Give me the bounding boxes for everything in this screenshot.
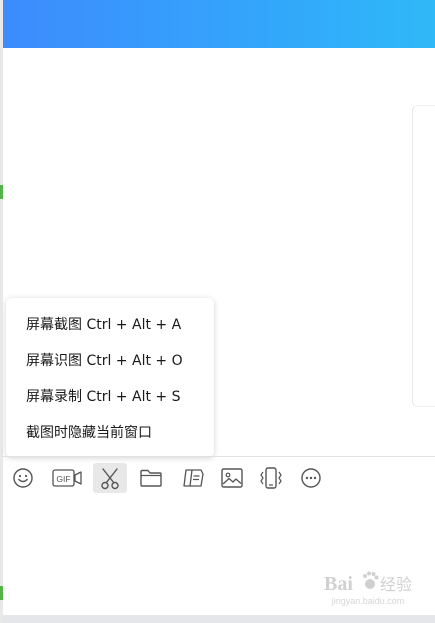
input-toolbar: GIF [6, 461, 336, 495]
status-marker [0, 185, 3, 199]
folder-button[interactable] [134, 463, 168, 493]
menu-item-screenshot[interactable]: 屏幕截图 Ctrl + Alt + A [6, 307, 214, 343]
screenshot-button[interactable] [93, 463, 127, 493]
menu-item-hide-window[interactable]: 截图时隐藏当前窗口 [6, 415, 214, 451]
input-divider [3, 456, 435, 457]
gif-button[interactable]: GIF [50, 463, 84, 493]
svg-text:Bai: Bai [324, 573, 353, 595]
baidu-logo: Bai 经验 [324, 571, 412, 595]
more-icon [301, 468, 321, 488]
status-marker [0, 586, 3, 600]
shake-window-button[interactable] [254, 463, 288, 493]
shake-window-icon [260, 467, 282, 489]
more-button[interactable] [294, 463, 328, 493]
menu-item-screen-recognize[interactable]: 屏幕识图 Ctrl + Alt + O [6, 343, 214, 379]
baidu-watermark: Bai 经验 jingyan.baidu.com [318, 568, 418, 610]
image-button[interactable] [215, 463, 249, 493]
gif-label: GIF [56, 474, 70, 484]
watermark-url: jingyan.baidu.com [331, 596, 405, 606]
chat-header [3, 0, 435, 48]
screenshot-menu: 屏幕截图 Ctrl + Alt + A 屏幕识图 Ctrl + Alt + O … [6, 298, 214, 457]
menu-item-screen-record[interactable]: 屏幕录制 Ctrl + Alt + S [6, 379, 214, 415]
bottom-bar [3, 615, 435, 623]
document-icon [183, 469, 204, 487]
image-icon [221, 468, 243, 488]
chat-window: 屏幕截图 Ctrl + Alt + A 屏幕识图 Ctrl + Alt + O … [0, 0, 435, 623]
folder-icon [140, 469, 162, 487]
background-window-edge [0, 0, 3, 623]
side-panel [412, 105, 435, 407]
emoji-button[interactable] [6, 463, 40, 493]
gif-icon: GIF [52, 469, 82, 487]
scissors-icon [101, 468, 119, 490]
svg-text:经验: 经验 [380, 576, 412, 594]
document-button[interactable] [176, 463, 210, 493]
emoji-icon [13, 468, 33, 488]
